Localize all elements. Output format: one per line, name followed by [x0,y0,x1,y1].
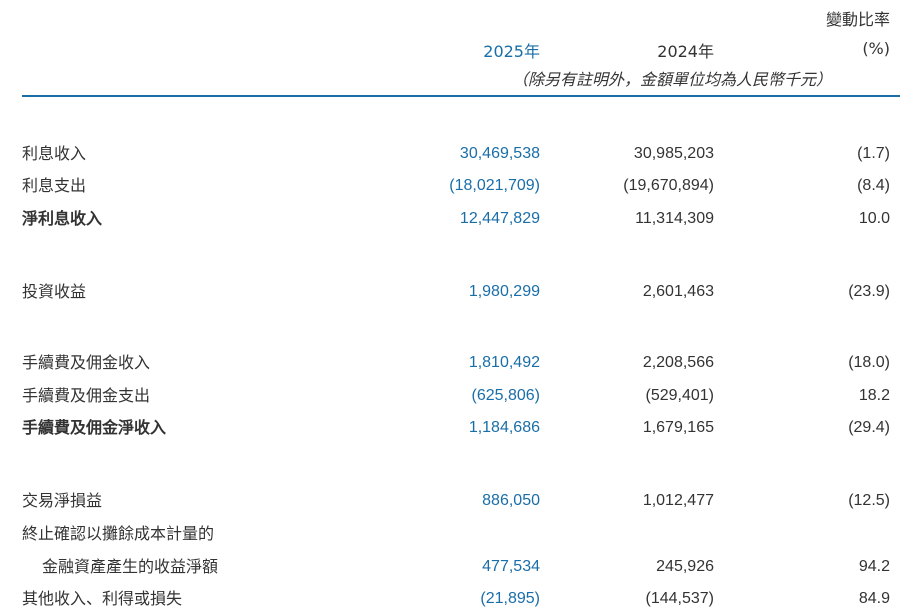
change-value: (18.0) [848,354,890,371]
value-2025: (18,021,709) [449,177,540,194]
table-row: 金融資產產生的收益淨額 477,534 245,926 94.2 [0,555,918,579]
percent-unit-header: (%) [862,39,890,58]
table-row: 利息收入 30,469,538 30,985,203 (1.7) [0,142,918,166]
row-label: 手續費及佣金收入 [22,353,151,372]
change-value: 84.9 [858,590,890,607]
row-label: 淨利息收入 [22,209,103,228]
value-2025: 886,050 [482,492,540,509]
table-row: 手續費及佣金淨收入 1,184,686 1,679,165 (29.4) [0,416,918,440]
value-2024: 1,012,477 [642,492,714,509]
change-value: (23.9) [848,283,890,300]
change-value: (8.4) [857,177,890,194]
value-2024: 2,208,566 [642,354,714,371]
table-row: 利息支出 (18,021,709) (19,670,894) (8.4) [0,174,918,198]
value-2025: (625,806) [471,387,541,404]
table-row: 手續費及佣金收入 1,810,492 2,208,566 (18.0) [0,351,918,375]
change-value: 94.2 [858,558,890,575]
row-label: 手續費及佣金支出 [22,386,151,405]
change-value: 18.2 [858,387,890,404]
value-2025: 1,980,299 [468,283,540,300]
value-2025: 1,184,686 [468,419,540,436]
row-label: 利息支出 [22,176,87,195]
table-row: 交易淨損益 886,050 1,012,477 (12.5) [0,489,918,513]
value-2024: (144,537) [645,590,715,607]
row-label: 投資收益 [22,282,87,301]
value-2024: 2,601,463 [642,283,714,300]
table-row: 其他收入、利得或損失 (21,895) (144,537) 84.9 [0,587,918,611]
change-value: (1.7) [857,145,890,162]
value-2024: 1,679,165 [642,419,714,436]
value-2024: (529,401) [645,387,715,404]
value-2024: 30,985,203 [633,145,714,162]
row-label: 交易淨損益 [22,491,103,510]
row-label: 手續費及佣金淨收入 [22,418,167,437]
year-2025-header: 2025年 [483,42,540,61]
change-value: (12.5) [848,492,890,509]
value-2025: (21,895) [480,590,540,607]
table-row: 投資收益 1,980,299 2,601,463 (23.9) [0,280,918,304]
unit-note: （除另有註明外，金額單位均為人民幣千元） [511,70,832,89]
change-rate-header: 變動比率 [825,10,890,29]
change-value: 10.0 [858,210,890,227]
year-2024-header: 2024年 [657,42,714,61]
table-row: 淨利息收入 12,447,829 11,314,309 10.0 [0,207,918,231]
value-2024: (19,670,894) [623,177,714,194]
value-2024: 245,926 [656,558,714,575]
value-2025: 12,447,829 [459,210,540,227]
change-value: (29.4) [848,419,890,436]
value-2024: 11,314,309 [635,210,714,227]
table-row: 手續費及佣金支出 (625,806) (529,401) 18.2 [0,384,918,408]
row-label: 其他收入、利得或損失 [22,589,183,608]
row-label: 終止確認以攤餘成本計量的 [22,524,215,543]
value-2025: 1,810,492 [468,354,540,371]
row-label-continued: 金融資產產生的收益淨額 [42,557,219,576]
value-2025: 30,469,538 [459,145,540,162]
row-label: 利息收入 [22,144,87,163]
header-divider [22,95,900,97]
table-row-label-line1: 終止確認以攤餘成本計量的 [0,522,918,546]
value-2025: 477,534 [482,558,540,575]
